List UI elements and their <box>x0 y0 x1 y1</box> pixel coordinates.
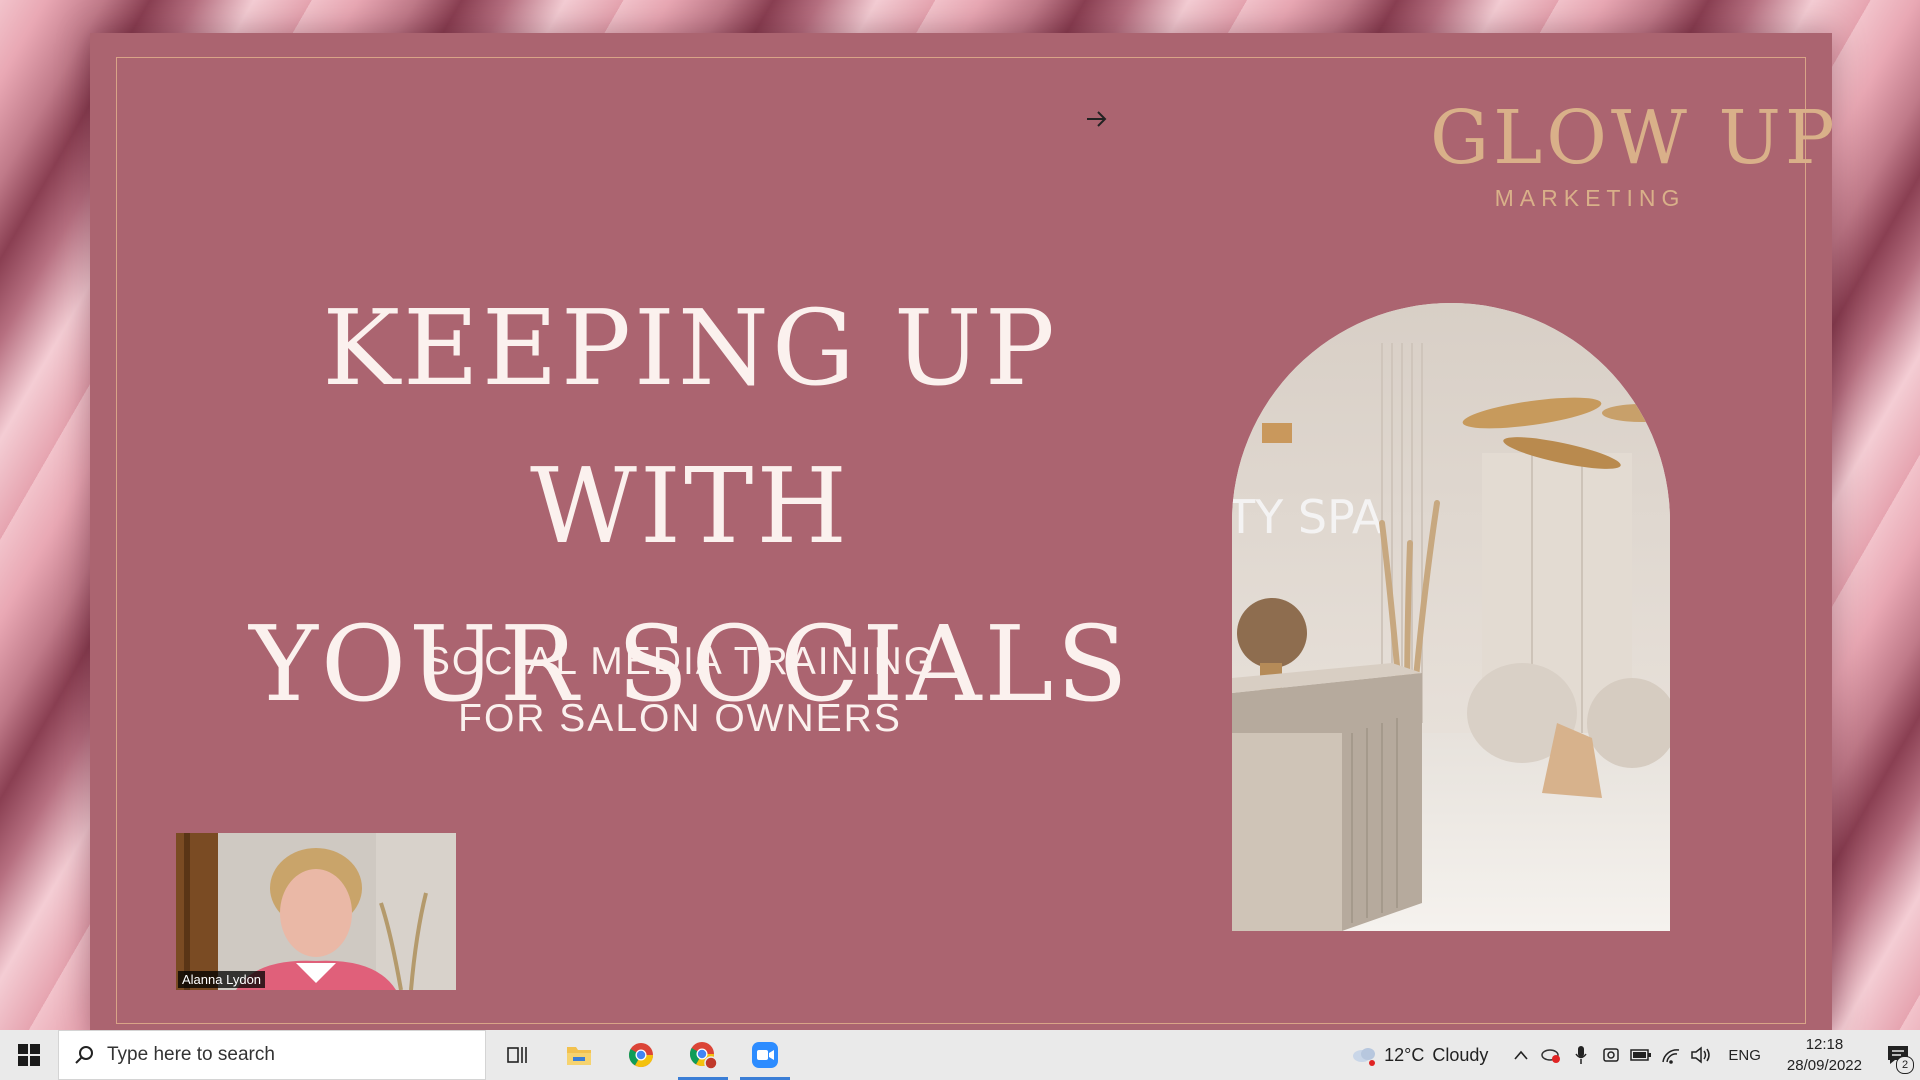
presentation-slide: GLOW UP MARKETING KEEPING UP WITH YOUR S… <box>90 33 1839 1030</box>
participant-name-label: Alanna Lydon <box>178 971 266 988</box>
salon-photo-arch: TY SPA <box>1232 303 1670 931</box>
notifications-button[interactable]: 2 <box>1876 1030 1920 1080</box>
search-icon <box>75 1046 93 1064</box>
battery-icon <box>1630 1049 1652 1061</box>
show-hidden-icons-button[interactable] <box>1506 1030 1536 1080</box>
chevron-up-icon <box>1514 1050 1529 1060</box>
chrome-button[interactable] <box>610 1030 672 1080</box>
title-line-1: KEEPING UP WITH <box>322 287 1058 567</box>
speaker-icon <box>1691 1046 1711 1064</box>
onedrive-status-button[interactable] <box>1536 1030 1566 1080</box>
battery-button[interactable] <box>1626 1030 1656 1080</box>
cloud-error-icon <box>1541 1049 1561 1063</box>
logo-sub-text: MARKETING <box>1494 185 1686 211</box>
language-indicator[interactable]: ENG <box>1728 1047 1761 1064</box>
notification-count-badge: 2 <box>1896 1056 1914 1074</box>
salon-interior-image: TY SPA <box>1232 303 1670 931</box>
search-placeholder: Type here to search <box>107 1044 275 1065</box>
subtitle-line-2: FOR SALON OWNERS <box>458 697 902 740</box>
folder-icon <box>567 1047 591 1065</box>
chrome-icon <box>628 1043 653 1068</box>
start-button[interactable] <box>0 1030 58 1080</box>
subtitle-line-1: SOCIAL MEDIA TRAINING <box>423 640 937 683</box>
microphone-icon <box>1575 1046 1588 1064</box>
brand-logo: GLOW UP MARKETING <box>1430 95 1839 212</box>
camera-icon <box>1603 1048 1620 1062</box>
wifi-icon <box>1662 1049 1680 1064</box>
participant-video <box>176 833 456 990</box>
camera-button[interactable] <box>1596 1030 1626 1080</box>
file-explorer-button[interactable] <box>548 1030 610 1080</box>
arrow-pointer-icon <box>1087 111 1107 127</box>
weather-temperature: 12°C <box>1384 1044 1425 1065</box>
clock-date: 28/09/2022 <box>1786 1057 1862 1074</box>
logo-main-text: GLOW UP <box>1430 95 1839 181</box>
weather-description: Cloudy <box>1432 1044 1489 1065</box>
cloud-icon <box>1353 1048 1376 1066</box>
weather-widget[interactable]: 12°C Cloudy <box>1350 1043 1488 1067</box>
chrome-profile-icon <box>689 1042 718 1070</box>
task-view-icon <box>507 1047 527 1063</box>
windows-logo-icon <box>18 1044 40 1066</box>
webcam-thumbnail[interactable]: Alanna Lydon <box>176 833 456 990</box>
zoom-button[interactable] <box>734 1030 796 1080</box>
clock-time: 12:18 <box>1805 1036 1844 1053</box>
taskbar-search-box[interactable]: Type here to search <box>58 1030 486 1080</box>
clock[interactable]: 12:18 28/09/2022 <box>1787 1034 1862 1076</box>
microphone-button[interactable] <box>1566 1030 1596 1080</box>
system-tray: 12°C Cloudy ENG 12:18 28/09/2022 2 <box>1350 1030 1920 1080</box>
windows-taskbar: Type here to search 12°C Cloudy ENG 12:1… <box>0 1030 1920 1080</box>
volume-button[interactable] <box>1686 1030 1716 1080</box>
chrome-profile-button[interactable] <box>672 1030 734 1080</box>
task-view-button[interactable] <box>486 1030 548 1080</box>
slide-subtitle: SOCIAL MEDIA TRAINING FOR SALON OWNERS <box>330 633 1030 747</box>
salon-sign-text: TY SPA <box>1232 490 1384 544</box>
zoom-icon <box>752 1042 778 1068</box>
network-button[interactable] <box>1656 1030 1686 1080</box>
